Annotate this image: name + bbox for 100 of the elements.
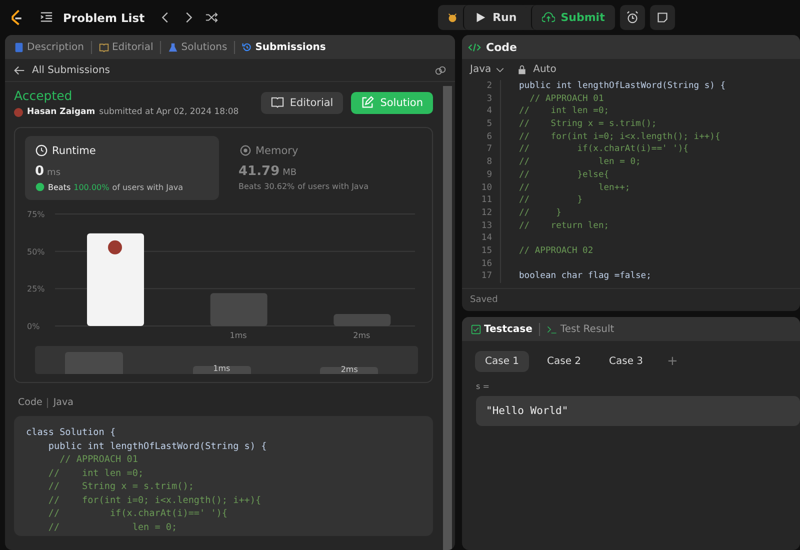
line-number: 17	[462, 270, 501, 283]
list-icon[interactable]	[40, 11, 53, 24]
logo-icon[interactable]	[10, 9, 24, 26]
code-line: boolean char flag =false;	[519, 270, 652, 283]
chip-icon	[238, 144, 252, 157]
case-tab[interactable]: Case 2	[537, 351, 592, 372]
line-number: 11	[462, 194, 501, 207]
panel-tab[interactable]: Submissions	[239, 42, 329, 52]
clock-icon	[35, 144, 48, 157]
stat-title: Runtime	[52, 144, 96, 156]
code-line: // return len;	[519, 220, 610, 232]
arrow-left-icon[interactable]	[13, 64, 26, 76]
line-number: 16	[462, 258, 501, 270]
book-icon	[270, 96, 284, 109]
code-line: // if(x.charAt(i)==' '){	[47, 507, 228, 520]
code-line: // len++;	[519, 182, 630, 194]
line-number: 6	[462, 130, 501, 144]
input-field[interactable]: "Hello World"	[476, 396, 800, 426]
stat-value: 0	[35, 164, 44, 179]
overview-label: 2ms	[340, 366, 359, 374]
beats-label: Beats	[238, 182, 262, 191]
beats-suffix: of users with Java	[298, 182, 368, 191]
code-line: public int lengthOfLastWord(String s) {	[519, 80, 726, 93]
submitted-time: submitted at Apr 02, 2024 18:08	[99, 107, 239, 117]
code-line: // String x = s.trim();	[47, 480, 195, 494]
overview-bar	[65, 352, 123, 374]
alarm-clock-icon[interactable]	[620, 5, 645, 30]
badge-icon	[35, 182, 45, 192]
code-line: // String x = s.trim();	[519, 118, 657, 131]
code-line: // }else{	[519, 168, 610, 182]
bug-icon[interactable]	[446, 11, 459, 24]
code-label: Code	[18, 397, 42, 408]
line-number: 7	[462, 143, 501, 156]
stat-panel[interactable]: Runtime 0 ms Beats 100.00% of users with Java	[25, 136, 218, 200]
code-line: // int len =0;	[519, 105, 610, 118]
lock-icon	[517, 64, 528, 74]
case-tab[interactable]: Case 1	[475, 351, 530, 372]
history-icon	[242, 42, 252, 52]
mode-label[interactable]: Auto	[533, 64, 556, 75]
problem-list-title[interactable]: Problem List	[63, 10, 145, 24]
line-number: 15	[462, 244, 501, 258]
edit-icon	[361, 96, 374, 109]
code-line: // len = 0;	[47, 520, 178, 534]
axis-label: 75%	[27, 210, 45, 219]
line-number: 9	[462, 168, 501, 182]
chart-bar	[210, 293, 268, 326]
stat-value: 41.79	[238, 164, 280, 179]
submit-button[interactable]: Submit	[530, 5, 615, 30]
scrollbar[interactable]	[443, 86, 452, 550]
code-icon	[468, 40, 481, 54]
axis-label: 2ms	[353, 331, 370, 340]
line-number: 13	[462, 220, 501, 232]
code-line: // len = 0;	[519, 156, 641, 169]
code-line: // for(int i=0; i<x.length(); i++){	[519, 130, 720, 144]
note-icon[interactable]	[650, 5, 675, 30]
avatar	[108, 240, 122, 254]
username[interactable]: Hasan Zaigam	[27, 107, 96, 117]
line-number: 10	[462, 182, 501, 194]
stat-panel[interactable]: Memory 41.79 MB Beats 30.62% of users with Java	[228, 136, 422, 200]
panel-tab[interactable]: Description	[11, 42, 87, 52]
code-line: // if(x.charAt(i)==' '){	[519, 143, 688, 156]
code-line: class Solution {	[26, 426, 117, 440]
code-line: public int lengthOfLastWord(String s) {	[47, 440, 268, 453]
axis-label: 1ms	[230, 331, 247, 340]
case-tab[interactable]: Case 3	[599, 351, 654, 372]
line-number: 5	[462, 118, 501, 131]
code-line: // for(int i=0; i<x.length(); i++){	[47, 494, 262, 507]
axis-label: 50%	[27, 247, 45, 256]
beats-label: Beats	[48, 182, 71, 192]
panel-tab[interactable]: Test Result	[544, 324, 618, 334]
shuffle-icon[interactable]	[204, 11, 218, 24]
stat-unit: MB	[282, 168, 297, 178]
panel-title: Code	[486, 40, 517, 54]
panel-tab[interactable]: Testcase	[468, 324, 536, 334]
language-dropdown[interactable]: Java	[470, 64, 506, 75]
save-status: Saved	[469, 294, 499, 307]
status-text: Accepted	[14, 88, 74, 103]
code-line: // APPROACH 02	[519, 244, 594, 258]
beats-suffix: of users with Java	[112, 182, 184, 192]
code-line: // APPROACH 01	[58, 453, 139, 466]
book-icon	[98, 42, 109, 52]
axis-label: 0%	[27, 322, 40, 331]
beats-percent: 30.62%	[264, 182, 295, 191]
line-number: 2	[462, 80, 501, 93]
all-submissions-link[interactable]: All Submissions	[32, 64, 110, 76]
panel-tab[interactable]: Editorial	[96, 42, 156, 52]
document-icon	[14, 42, 24, 52]
axis-label: 25%	[27, 284, 45, 294]
overview-label: 1ms	[212, 365, 232, 374]
line-number: 12	[462, 206, 501, 220]
panel-tab[interactable]: Solutions	[165, 42, 230, 52]
stat-title: Memory	[256, 144, 298, 156]
cloud-upload-icon	[542, 11, 555, 24]
beats-percent: 100.00%	[74, 182, 110, 192]
language-label: Java	[53, 397, 74, 408]
range-overview[interactable]: 1ms 2ms	[35, 346, 418, 374]
editorial-button[interactable]: Editorial	[260, 92, 344, 114]
checkbox-icon	[471, 324, 481, 334]
link-icon[interactable]	[434, 64, 447, 76]
line-number: 4	[462, 105, 501, 118]
